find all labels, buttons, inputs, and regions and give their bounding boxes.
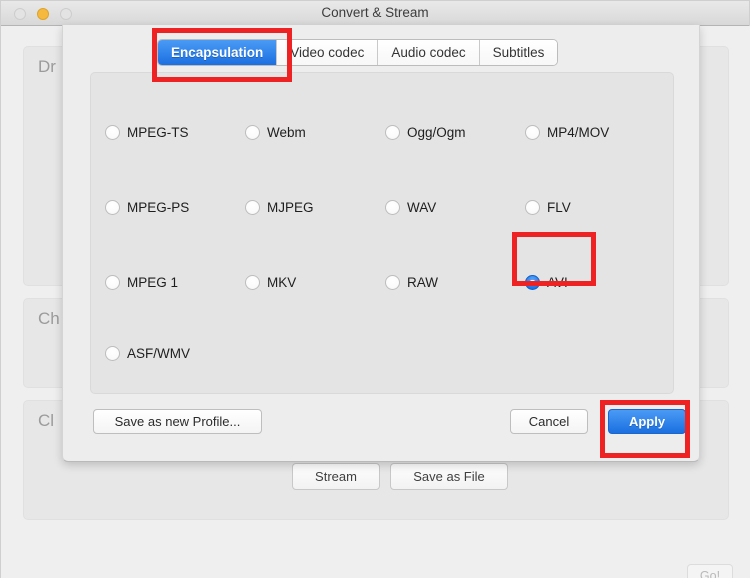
radio-button-icon[interactable] [105,274,120,290]
tab-video-codec[interactable]: Video codec [277,40,379,65]
radio-button-icon[interactable] [385,199,400,215]
radio-option-label: FLV [547,199,571,215]
radio-option-label: MPEG-TS [127,124,189,140]
radio-option-raw[interactable]: RAW [385,270,438,294]
radio-option-avi[interactable]: AVI [525,270,568,294]
radio-option-label: AVI [547,274,568,290]
radio-option-label: Webm [267,124,306,140]
radio-option-label: MP4/MOV [547,124,610,140]
radio-button-icon[interactable] [525,199,540,215]
tab-audio-codec[interactable]: Audio codec [378,40,480,65]
radio-option-label: ASF/WMV [127,345,190,361]
settings-tabbar: Encapsulation Video codec Audio codec Subti… [157,39,559,66]
background-panel-label: Dr [38,57,56,76]
radio-option-label: Ogg/Ogm [407,124,466,140]
radio-option-label: MPEG 1 [127,274,179,290]
screen: Convert & Stream Dr Ch Cl Stream Save as… [0,0,750,578]
radio-option-label: MPEG-PS [127,199,190,215]
tab-encapsulation[interactable]: Encapsulation [158,40,278,65]
tab-subtitles[interactable]: Subtitles [479,40,558,65]
radio-button-icon[interactable] [385,124,400,140]
window-titlebar: Convert & Stream [1,1,749,26]
radio-option-mkv[interactable]: MKV [245,270,296,294]
window-title: Convert & Stream [321,5,429,20]
radio-option-asf-wmv[interactable]: ASF/WMV [105,341,190,365]
save-as-new-profile-button[interactable]: Save as new Profile... [93,409,262,434]
radio-option-label: MKV [267,274,297,290]
radio-button-icon[interactable] [525,124,540,140]
encapsulation-options-panel: MPEG-TS Webm Ogg/Ogm MP4/MOV MPEG-PS MJPEG WAV… [90,72,674,394]
radio-option-ogg-ogm[interactable]: Ogg/Ogm [385,120,466,144]
radio-option-mpeg-1[interactable]: MPEG 1 [105,270,178,294]
radio-option-webm[interactable]: Webm [245,120,306,144]
radio-option-flv[interactable]: FLV [525,195,571,219]
radio-option-mjpeg[interactable]: MJPEG [245,195,314,219]
apply-button[interactable]: Apply [608,409,686,434]
save-as-file-button[interactable]: Save as File [390,463,508,490]
radio-option-label: MJPEG [267,199,314,215]
radio-button-icon[interactable] [105,199,120,215]
cancel-button[interactable]: Cancel [510,409,588,434]
radio-button-icon[interactable] [385,274,400,290]
radio-button-icon[interactable] [525,274,540,290]
radio-button-icon[interactable] [245,124,260,140]
convert-settings-sheet: Encapsulation Video codec Audio codec Subti… [62,25,700,462]
radio-option-wav[interactable]: WAV [385,195,436,219]
radio-option-mpeg-ts[interactable]: MPEG-TS [105,120,189,144]
radio-option-mpeg-ps[interactable]: MPEG-PS [105,195,189,219]
stream-button[interactable]: Stream [292,463,380,490]
radio-option-label: WAV [407,199,437,215]
background-panel-label: Cl [38,411,55,430]
go-button[interactable]: Go! [687,564,733,578]
radio-button-icon[interactable] [105,124,120,140]
radio-option-label: RAW [407,274,438,290]
radio-button-icon[interactable] [105,345,120,361]
background-panel-label: Ch [38,309,60,328]
radio-button-icon[interactable] [245,199,260,215]
radio-button-icon[interactable] [245,274,260,290]
radio-option-mp4-mov[interactable]: MP4/MOV [525,120,609,144]
